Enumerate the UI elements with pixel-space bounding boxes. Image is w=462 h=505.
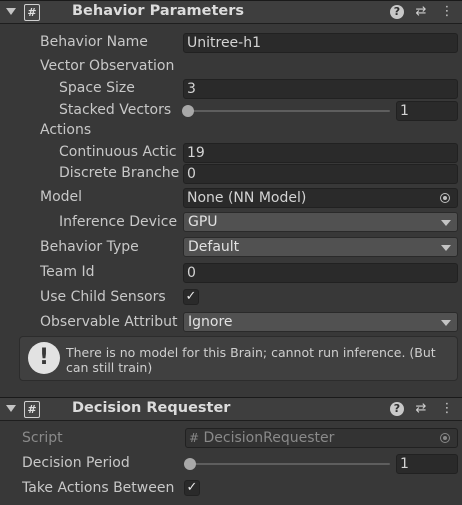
stacked-vectors-label: Stacked Vectors [59,102,172,118]
continuous-actions-label: Continuous Actic [59,144,177,160]
help-box-text: There is no model for this Brain; cannot… [66,345,436,375]
script-icon: # [24,4,40,21]
space-size-input[interactable]: 3 [183,79,458,99]
stacked-vectors-slider-handle[interactable] [182,105,194,117]
kebab-menu-icon[interactable]: ⋮ [440,5,454,19]
observable-attribute-label: Observable Attribut [40,314,178,330]
script-object-field: # DecisionRequester [185,428,458,448]
take-actions-between-label: Take Actions Between [22,480,175,496]
component-title: Behavior Parameters [72,3,245,19]
stacked-vectors-input[interactable]: 1 [396,101,458,121]
decision-requester-header[interactable]: # Decision Requester ? ⇄ ⋮ [0,397,462,421]
observable-attribute-value: Ignore [188,314,233,330]
discrete-branches-label: Discrete Branche [59,165,179,181]
model-value: None (NN Model) [187,190,307,206]
use-child-sensors-label: Use Child Sensors [40,289,166,305]
object-picker-icon[interactable] [440,193,450,203]
kebab-menu-icon[interactable]: ⋮ [440,402,454,416]
behavior-name-input[interactable]: Unitree-h1 [183,33,458,53]
decision-period-label: Decision Period [22,455,130,471]
component-title: Decision Requester [72,400,231,416]
script-label: Script [22,430,63,446]
dropdown-arrow-icon [441,220,451,226]
vector-observation-label: Vector Observation [40,58,175,74]
inference-device-dropdown[interactable]: GPU [183,212,458,232]
behavior-name-label: Behavior Name [40,34,148,50]
dropdown-arrow-icon [441,320,451,326]
model-object-field[interactable]: None (NN Model) [183,188,458,208]
dropdown-arrow-icon [441,245,451,251]
inference-device-value: GPU [188,214,218,230]
space-size-label: Space Size [59,80,135,96]
foldout-arrow-icon[interactable] [6,405,16,412]
presets-icon[interactable]: ⇄ [414,5,428,19]
observable-attribute-dropdown[interactable]: Ignore [183,312,458,332]
help-icon[interactable]: ? [390,402,404,416]
use-child-sensors-checkbox[interactable]: ✓ [183,289,199,305]
foldout-arrow-icon[interactable] [6,8,16,15]
behavior-type-dropdown[interactable]: Default [183,237,458,257]
continuous-actions-input[interactable]: 19 [183,143,458,163]
decision-period-slider[interactable] [189,463,390,465]
decision-period-slider-handle[interactable] [184,458,196,470]
help-box: ! There is no model for this Brain; cann… [19,336,458,381]
script-value: DecisionRequester [203,430,335,446]
behavior-type-label: Behavior Type [40,239,139,255]
presets-icon[interactable]: ⇄ [414,402,428,416]
actions-label: Actions [40,122,92,138]
object-picker-icon [440,433,450,443]
help-icon[interactable]: ? [390,5,404,19]
warning-icon: ! [28,342,60,374]
behavior-type-value: Default [188,239,240,255]
stacked-vectors-slider[interactable] [187,110,390,112]
decision-period-input[interactable]: 1 [396,454,458,474]
script-icon: # [24,401,40,418]
script-type-icon: # [189,431,200,445]
model-label: Model [40,189,83,205]
team-id-label: Team Id [40,264,95,280]
inference-device-label: Inference Device [59,214,178,230]
discrete-branches-input[interactable]: 0 [183,164,458,184]
behavior-parameters-header[interactable]: # Behavior Parameters ? ⇄ ⋮ [0,0,462,24]
take-actions-between-checkbox[interactable]: ✓ [184,480,200,496]
team-id-input[interactable]: 0 [183,263,458,283]
